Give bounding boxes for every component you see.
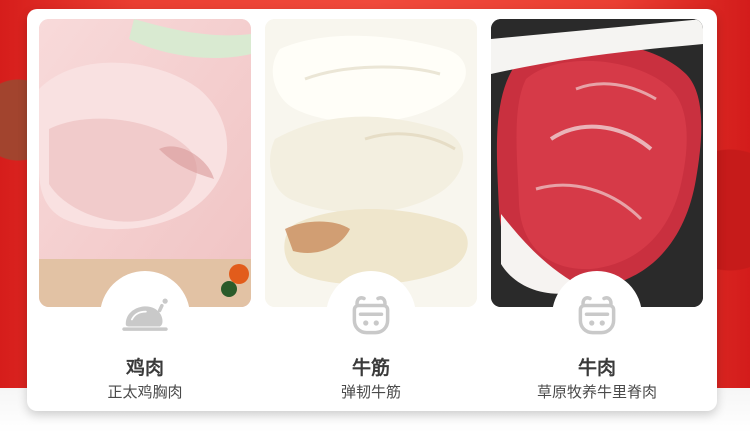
product-grid: 鸡肉 正太鸡胸肉 牛筋 弹韧牛筋 牛肉 草原牧养牛里脊肉 [39,19,705,411]
product-subtitle: 草原牧养牛里脊肉 [536,384,657,401]
product-subtitle: 弹韧牛筋 [340,384,401,401]
beef-tendon-badge [326,271,416,361]
product-card-beef-tendon[interactable]: 牛筋 弹韧牛筋 [265,19,477,411]
product-title: 鸡肉 [125,358,164,379]
chicken-badge [100,271,190,361]
cow-icon [352,296,390,335]
chicken-breast-photo [39,19,251,307]
products-card: 鸡肉 正太鸡胸肉 牛筋 弹韧牛筋 牛肉 草原牧养牛里脊肉 [27,9,717,411]
beef-photo [491,19,703,307]
beef-badge [552,271,642,361]
product-card-chicken[interactable]: 鸡肉 正太鸡胸肉 [39,19,251,411]
beef-tendon-photo [265,19,477,307]
product-title: 牛肉 [577,358,616,379]
chicken-icon [122,298,168,331]
product-subtitle: 正太鸡胸肉 [107,384,183,401]
cow-icon [578,296,616,335]
product-card-beef[interactable]: 牛肉 草原牧养牛里脊肉 [491,19,703,411]
product-title: 牛筋 [351,358,390,379]
